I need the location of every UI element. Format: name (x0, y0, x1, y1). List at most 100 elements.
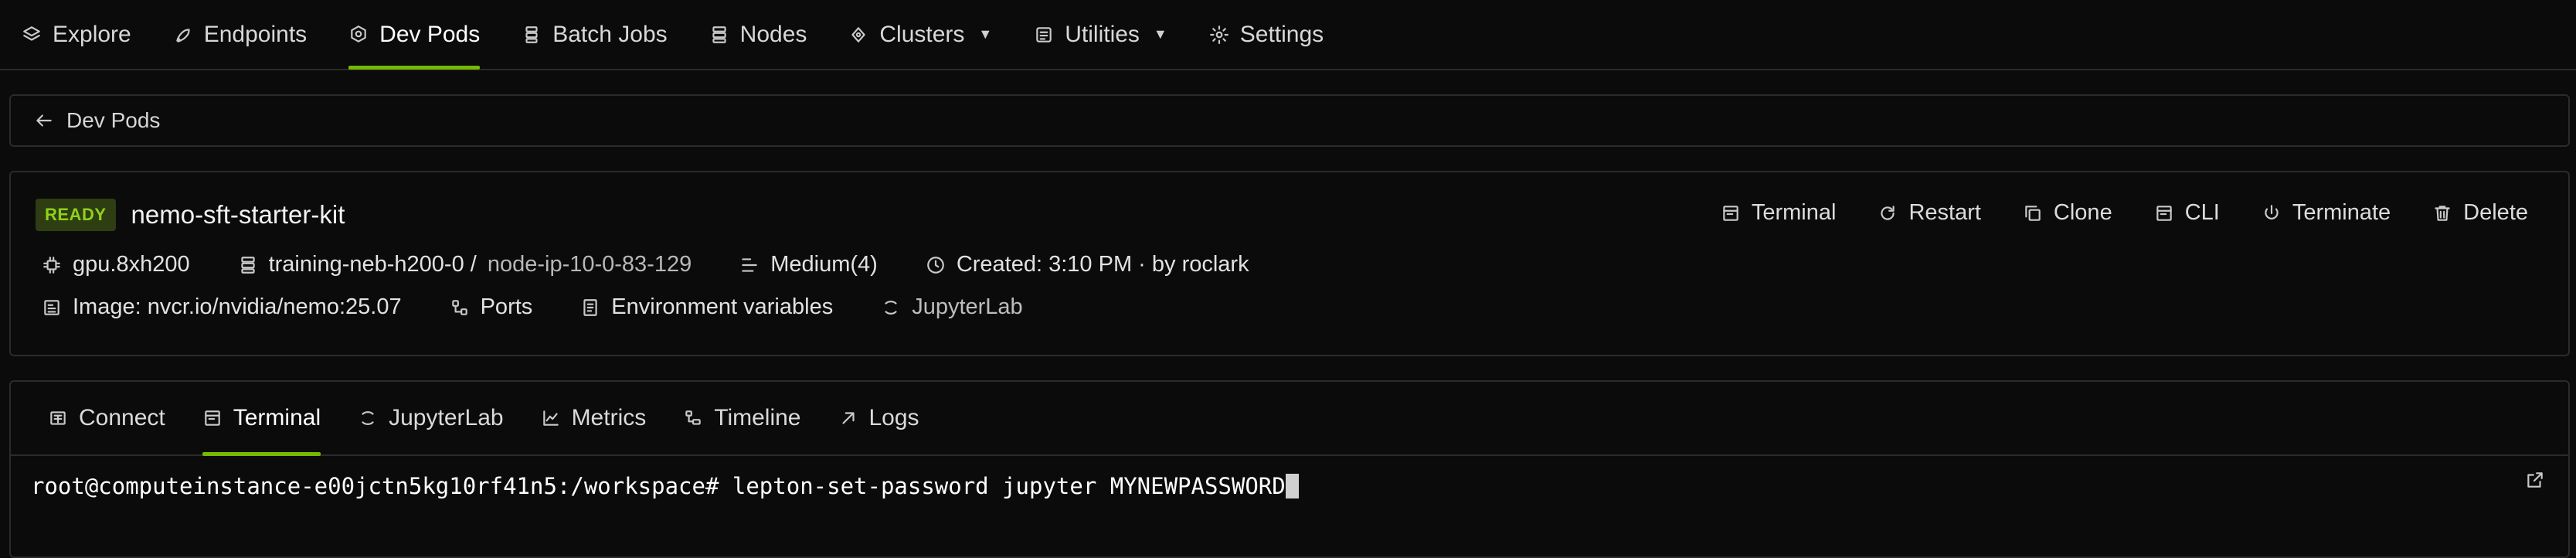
status-badge: READY (36, 199, 116, 231)
delete-button-label: Delete (2463, 200, 2528, 225)
tab-jupyterlab[interactable]: JupyterLab (358, 382, 504, 454)
nav-item-endpoints[interactable]: Endpoints (173, 0, 307, 69)
pod-title-row: READY nemo-sft-starter-kit (36, 199, 345, 231)
top-navigation: Explore Endpoints Dev Pods Batch Jobs No… (0, 0, 2576, 70)
arrow-up-right-icon (838, 408, 858, 428)
gear-icon (1209, 25, 1229, 45)
nav-item-settings[interactable]: Settings (1209, 0, 1324, 69)
nav-item-nodes[interactable]: Nodes (709, 0, 807, 69)
nav-item-dev-pods[interactable]: Dev Pods (348, 0, 481, 70)
pod-details-card: READY nemo-sft-starter-kit Terminal Rest… (9, 171, 2570, 356)
terminal-output[interactable]: root@computeinstance-e00jctn5kg10rf41n5:… (31, 473, 1299, 499)
tab-connect[interactable]: Connect (48, 382, 165, 454)
tab-timeline[interactable]: Timeline (683, 382, 801, 454)
terminal-line: root@computeinstance-e00jctn5kg10rf41n5:… (31, 473, 1286, 499)
nav-label: Endpoints (203, 21, 308, 47)
nav-label: Batch Jobs (552, 21, 668, 47)
nav-item-batch-jobs[interactable]: Batch Jobs (522, 0, 668, 69)
image-icon (42, 298, 62, 318)
external-link-icon[interactable] (2525, 470, 2545, 490)
server-icon (709, 25, 729, 45)
terminal-icon (1721, 203, 1741, 223)
copy-icon (2023, 203, 2043, 223)
document-icon (580, 298, 600, 318)
clone-button-label: Clone (2053, 200, 2112, 225)
trash-icon (2432, 203, 2452, 223)
created-value: Created: 3:10 PM · by roclark (956, 252, 1249, 277)
tab-bar: Connect Terminal JupyterLab Metrics Time… (11, 382, 2568, 456)
node-link[interactable]: node-ip-10-0-83-129 (488, 252, 692, 277)
terminate-button[interactable]: Terminate (2262, 200, 2391, 226)
chart-icon (541, 408, 561, 428)
ports-label: Ports (480, 294, 533, 319)
nav-label: Dev Pods (379, 21, 481, 47)
nav-label: Settings (1239, 21, 1324, 47)
nav-label: Utilities (1065, 21, 1140, 47)
resource-shape: gpu.8xh200 (42, 252, 190, 277)
terminal-icon (202, 408, 223, 428)
pod-actions: Terminal Restart Clone CLI Terminate Del… (1721, 200, 2528, 226)
env-vars-label: Environment variables (611, 294, 834, 319)
power-icon (2262, 203, 2282, 223)
image-info: Image: nvcr.io/nvidia/nemo:25.07 (42, 294, 402, 320)
node-group: training-neb-h200-0 / node-ip-10-0-83-12… (238, 252, 692, 277)
batch-icon (522, 25, 542, 45)
cli-button-label: CLI (2184, 200, 2220, 225)
terminal-button[interactable]: Terminal (1721, 200, 1837, 226)
nav-item-utilities[interactable]: Utilities ▼ (1034, 0, 1167, 69)
nav-item-explore[interactable]: Explore (22, 0, 131, 69)
image-value: Image: nvcr.io/nvidia/nemo:25.07 (73, 294, 402, 319)
priority: Medium(4) (739, 252, 878, 277)
cluster-icon (848, 25, 868, 45)
nav-label: Clusters (879, 21, 965, 47)
priority-value: Medium(4) (770, 252, 878, 277)
pod-name: nemo-sft-starter-kit (131, 200, 345, 229)
resource-shape-value: gpu.8xh200 (73, 252, 190, 277)
cli-button[interactable]: CLI (2154, 200, 2220, 226)
terminal-button-label: Terminal (1751, 200, 1837, 225)
pod-tabs-panel: Connect Terminal JupyterLab Metrics Time… (9, 380, 2570, 558)
ports-link[interactable]: Ports (450, 294, 533, 320)
tab-label: Terminal (233, 405, 321, 430)
layers-icon (22, 25, 42, 45)
created-info: Created: 3:10 PM · by roclark (926, 252, 1249, 277)
nav-label: Explore (53, 21, 131, 47)
tab-label: Logs (868, 405, 919, 430)
chip-icon (42, 255, 62, 275)
server-icon (238, 255, 258, 275)
node-group-value: training-neb-h200-0 / (268, 252, 477, 277)
pod-meta-row-2: Image: nvcr.io/nvidia/nemo:25.07 Ports E… (42, 294, 1071, 320)
back-label: Dev Pods (66, 108, 161, 132)
restart-button-label: Restart (1908, 200, 1981, 225)
ports-icon (450, 298, 470, 318)
restart-icon (1878, 203, 1898, 223)
nav-label: Nodes (739, 21, 807, 47)
connect-icon (48, 408, 68, 428)
clone-button[interactable]: Clone (2023, 200, 2112, 226)
utilities-icon (1034, 25, 1054, 45)
env-vars-link[interactable]: Environment variables (580, 294, 833, 320)
tab-label: JupyterLab (389, 405, 504, 430)
clock-icon (926, 255, 946, 275)
tab-logs[interactable]: Logs (838, 382, 919, 454)
pod-meta-row-1: gpu.8xh200 training-neb-h200-0 / node-ip… (42, 252, 1297, 277)
jupyterlab-link[interactable]: JupyterLab (881, 294, 1023, 320)
tab-metrics[interactable]: Metrics (541, 382, 647, 454)
priority-icon (739, 255, 760, 275)
tab-terminal[interactable]: Terminal (202, 382, 321, 456)
tab-label: Connect (79, 405, 165, 430)
back-to-dev-pods[interactable]: Dev Pods (9, 94, 2570, 147)
restart-button[interactable]: Restart (1878, 200, 1981, 226)
chevron-down-icon: ▼ (1153, 26, 1167, 42)
terminal-cursor (1285, 474, 1299, 498)
delete-button[interactable]: Delete (2432, 200, 2528, 226)
timeline-icon (683, 408, 703, 428)
jupyter-icon (358, 408, 378, 428)
nav-item-clusters[interactable]: Clusters ▼ (848, 0, 992, 69)
rocket-icon (173, 25, 193, 45)
tab-label: Timeline (714, 405, 801, 430)
chevron-down-icon: ▼ (978, 26, 993, 42)
terminate-button-label: Terminate (2292, 200, 2391, 225)
tab-label: Metrics (571, 405, 647, 430)
cli-icon (2154, 203, 2174, 223)
